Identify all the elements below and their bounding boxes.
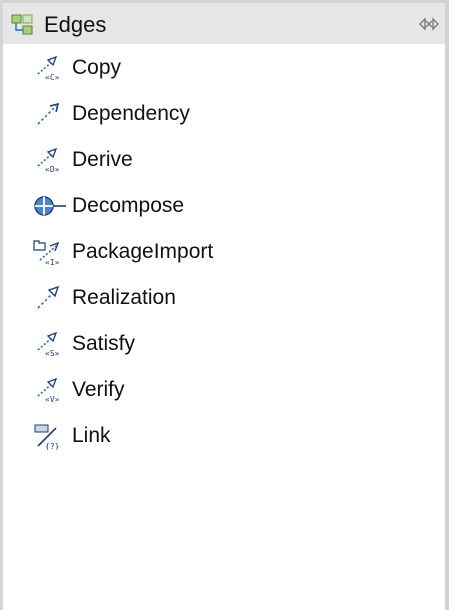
tool-decompose[interactable]: Decompose	[30, 186, 430, 226]
tool-link[interactable]: {?} Link	[30, 416, 430, 456]
svg-text:«I»: «I»	[45, 258, 60, 266]
tool-label: Realization	[72, 286, 176, 309]
edge-palette-icon	[11, 14, 33, 35]
tool-label: Link	[72, 424, 111, 447]
link-edge-icon: {?}	[34, 424, 59, 450]
tool-label: PackageImport	[72, 240, 214, 263]
svg-text:«C»: «C»	[45, 73, 60, 82]
edges-drawer-header[interactable]: Edges	[3, 3, 445, 44]
realization-edge-icon	[37, 285, 60, 309]
svg-text:«S»: «S»	[45, 349, 60, 358]
copy-edge-icon: «C»	[37, 55, 60, 82]
svg-text:«V»: «V»	[45, 395, 60, 404]
tool-verify[interactable]: «V» Verify	[30, 370, 430, 410]
tool-label: Dependency	[72, 102, 190, 125]
tool-realization[interactable]: Realization	[30, 278, 430, 318]
tool-package-import[interactable]: «I» PackageImport	[30, 232, 430, 272]
tool-label: Satisfy	[72, 332, 136, 355]
svg-text:{?}: {?}	[45, 442, 59, 450]
tool-label: Decompose	[72, 194, 185, 217]
tool-label: Derive	[72, 148, 133, 171]
tool-label: Copy	[72, 56, 122, 79]
dependency-edge-icon	[37, 102, 60, 125]
derive-edge-icon: «D»	[37, 147, 60, 174]
tool-label: Verify	[72, 378, 125, 401]
tool-copy[interactable]: «C» Copy	[30, 48, 430, 88]
tool-satisfy[interactable]: «S» Satisfy	[30, 324, 430, 364]
satisfy-edge-icon: «S»	[37, 331, 60, 358]
pin-drawer-icon[interactable]	[419, 16, 439, 32]
tool-derive[interactable]: «D» Derive	[30, 140, 430, 180]
svg-text:«D»: «D»	[45, 165, 60, 174]
palette-panel: Edges «C» Copy Dependency «D» Derive Dec…	[0, 0, 456, 610]
tool-dependency[interactable]: Dependency	[30, 94, 430, 134]
verify-edge-icon: «V»	[37, 377, 60, 404]
drawer-title: Edges	[44, 12, 107, 37]
package-import-edge-icon: «I»	[33, 240, 60, 266]
left-border	[0, 0, 3, 610]
decompose-edge-icon	[34, 196, 66, 216]
